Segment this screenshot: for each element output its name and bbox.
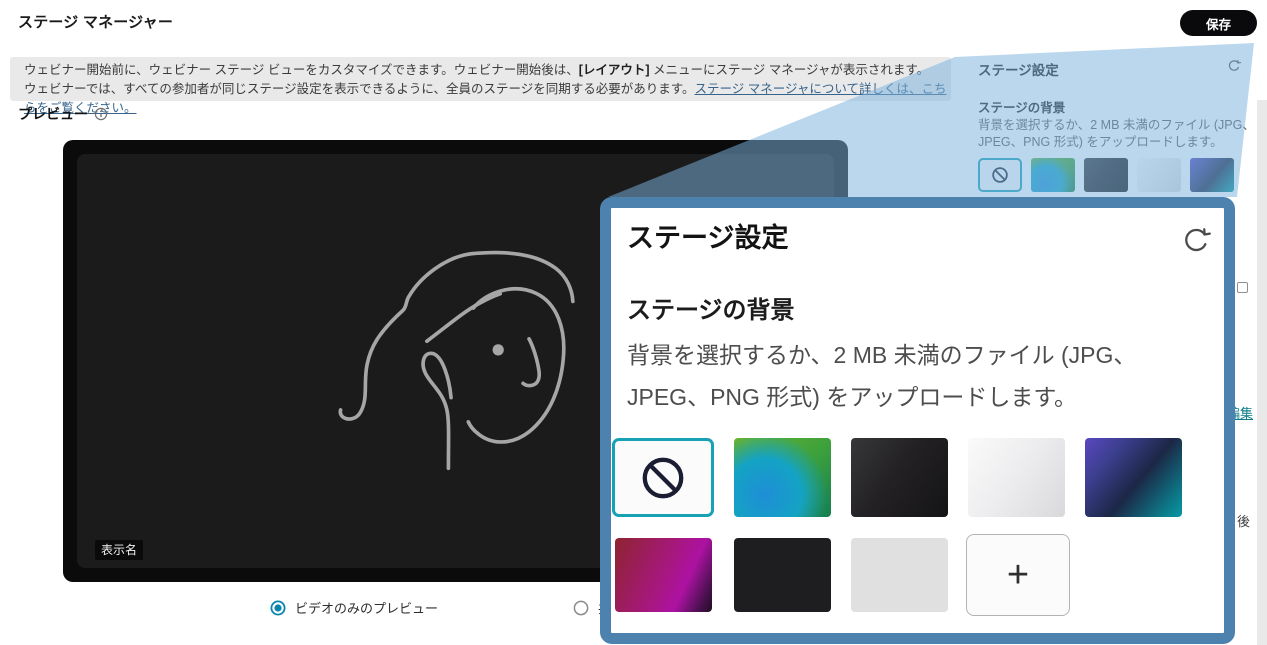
plus-icon: + <box>1007 556 1029 594</box>
checkbox-sliver[interactable] <box>1237 282 1248 293</box>
display-name-badge: 表示名 <box>95 540 143 560</box>
panel-description-line2: JPEG、PNG 形式) をアップロードします。 <box>978 131 1223 150</box>
radio-video-only[interactable]: ビデオのみのプレビュー <box>270 598 438 617</box>
circle-slash-icon <box>640 455 686 501</box>
radio-unselected-icon <box>573 600 589 616</box>
stage-manager-screen: ステージ マネージャー 保存 ウェビナー開始前に、ウェビナー ステージ ビューを… <box>0 0 1267 645</box>
refresh-icon[interactable] <box>1181 226 1211 256</box>
background-black-thumbnail[interactable] <box>734 538 831 612</box>
add-background-button[interactable]: + <box>966 534 1070 616</box>
callout-section-heading: ステージの背景 <box>627 290 795 325</box>
background-indigo-teal-thumbnail[interactable] <box>1190 158 1234 192</box>
refresh-icon[interactable] <box>1227 59 1241 73</box>
callout-description-line1: 背景を選択するか、2 MB 未満のファイル (JPG、 <box>627 336 1136 370</box>
background-none-thumbnail[interactable] <box>612 438 714 517</box>
avatar-line-drawing-icon <box>320 240 610 540</box>
background-green-blue-thumbnail[interactable] <box>734 438 831 517</box>
banner-line1: ウェビナー開始前に、ウェビナー ステージ ビューをカスタマイズできます。ウェビナ… <box>24 61 951 80</box>
background-charcoal-thumbnail[interactable] <box>851 438 948 517</box>
scroll-track[interactable] <box>1257 100 1267 645</box>
preview-label: プレビュー <box>18 104 88 124</box>
background-light-gray-thumbnail[interactable] <box>851 538 948 612</box>
page-title: ステージ マネージャー <box>18 11 173 32</box>
circle-slash-icon <box>991 166 1009 184</box>
stage-settings-zoom-callout: ステージ設定 ステージの背景 背景を選択するか、2 MB 未満のファイル (JP… <box>600 197 1235 644</box>
panel-text-sliver: 後 <box>1237 511 1250 530</box>
background-light-thumbnail[interactable] <box>1137 158 1181 192</box>
background-light-thumbnail[interactable] <box>968 438 1065 517</box>
radio-selected-icon <box>270 600 286 616</box>
info-icon[interactable] <box>94 107 108 121</box>
background-indigo-teal-thumbnail[interactable] <box>1085 438 1182 517</box>
preview-label-row: プレビュー <box>18 104 108 124</box>
save-button[interactable]: 保存 <box>1180 10 1257 36</box>
banner-line2: ウェビナーでは、すべての参加者が同じステージ設定を表示できるように、全員のステー… <box>24 80 951 118</box>
background-charcoal-thumbnail[interactable] <box>1084 158 1128 192</box>
background-none-thumbnail[interactable] <box>978 158 1022 192</box>
background-green-blue-thumbnail[interactable] <box>1031 158 1075 192</box>
panel-title: ステージ設定 <box>978 59 1059 79</box>
info-banner: ウェビナー開始前に、ウェビナー ステージ ビューをカスタマイズできます。ウェビナ… <box>10 57 951 101</box>
callout-description-line2: JPEG、PNG 形式) をアップロードします。 <box>627 378 1077 412</box>
background-magenta-thumbnail[interactable] <box>615 538 712 612</box>
banner-line1-bold: [レイアウト] <box>579 63 650 77</box>
callout-title: ステージ設定 <box>627 216 788 255</box>
radio-video-only-label: ビデオのみのプレビュー <box>295 598 438 617</box>
